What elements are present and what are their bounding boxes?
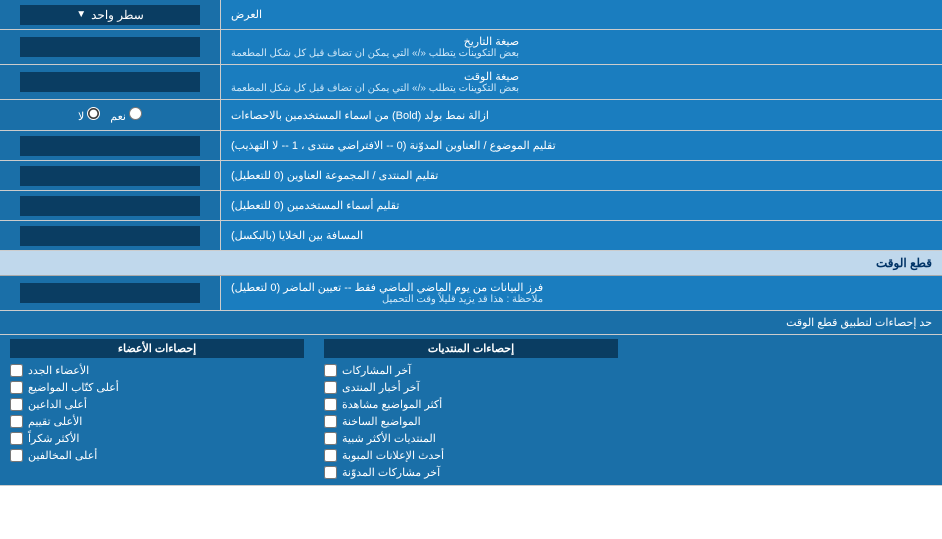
cell-spacing-label: المسافة بين الخلايا (بالبكسل) bbox=[220, 221, 942, 250]
checkbox-blog-posts[interactable] bbox=[324, 466, 337, 479]
checkbox-new-members[interactable] bbox=[10, 364, 23, 377]
remove-bold-row: ازالة نمط بولد (Bold) من اسماء المستخدمي… bbox=[0, 100, 942, 131]
date-format-label: صيغة التاريخ بعض التكوينات يتطلب «/» الت… bbox=[220, 30, 942, 64]
checkbox-most-thanked[interactable] bbox=[10, 432, 23, 445]
checkbox-item: أعلى المخالفين bbox=[10, 447, 304, 464]
checkbox-forum-news[interactable] bbox=[324, 381, 337, 394]
username-alignment-input[interactable]: 0 bbox=[0, 191, 220, 220]
time-format-row: صيغة الوقت بعض التكوينات يتطلب «/» التي … bbox=[0, 65, 942, 100]
forum-alignment-field[interactable]: 33 bbox=[20, 166, 200, 186]
display-mode-dropdown[interactable]: سطر واحد ▼ bbox=[20, 5, 200, 25]
limit-stats-row: حد إحصاءات لتطبيق قطع الوقت bbox=[0, 311, 942, 335]
filter-days-row: فرز البيانات من يوم الماضي الماضي فقط --… bbox=[0, 276, 942, 311]
username-alignment-field[interactable]: 0 bbox=[20, 196, 200, 216]
remove-bold-radio-group: نعم لا bbox=[6, 103, 214, 127]
filter-days-field[interactable]: 0 bbox=[20, 283, 200, 303]
stats-section: حد إحصاءات لتطبيق قطع الوقت إحصاءات المن… bbox=[0, 311, 942, 486]
main-container: العرض سطر واحد ▼ صيغة التاريخ بعض التكوي… bbox=[0, 0, 942, 486]
checkbox-most-popular-forums[interactable] bbox=[324, 432, 337, 445]
checkbox-top-posters[interactable] bbox=[10, 381, 23, 394]
checkbox-columns: إحصاءات المنتديات آخر المشاركات آخر أخبا… bbox=[0, 335, 942, 485]
cell-spacing-row: المسافة بين الخلايا (بالبكسل) 2 bbox=[0, 221, 942, 251]
checkbox-latest-classifieds[interactable] bbox=[324, 449, 337, 462]
time-format-label: صيغة الوقت بعض التكوينات يتطلب «/» التي … bbox=[220, 65, 942, 99]
forum-alignment-row: تقليم المنتدى / المجموعة العناوين (0 للت… bbox=[0, 161, 942, 191]
checkbox-most-viewed[interactable] bbox=[324, 398, 337, 411]
member-stats-header: إحصاءات الأعضاء bbox=[10, 339, 304, 358]
checkbox-latest-posts[interactable] bbox=[324, 364, 337, 377]
realtime-section-header: قطع الوقت bbox=[0, 251, 942, 276]
username-alignment-row: تقليم أسماء المستخدمين (0 للتعطيل) 0 bbox=[0, 191, 942, 221]
checkbox-item: الأكثر شكراً bbox=[10, 430, 304, 447]
time-format-field[interactable]: H:i bbox=[20, 72, 200, 92]
checkbox-item: الأعلى تقييم bbox=[10, 413, 304, 430]
title-alignment-label: تقليم الموضوع / العناوين المدوّنة (0 -- … bbox=[220, 131, 942, 160]
checkbox-top-rated[interactable] bbox=[10, 415, 23, 428]
checkbox-item: آخر أخبار المنتدى bbox=[324, 379, 618, 396]
filter-days-input[interactable]: 0 bbox=[0, 276, 220, 310]
radio-yes[interactable] bbox=[129, 107, 142, 120]
checkbox-top-referrers[interactable] bbox=[10, 398, 23, 411]
display-mode-input[interactable]: سطر واحد ▼ bbox=[0, 0, 220, 29]
dropdown-arrow-icon: ▼ bbox=[76, 9, 86, 20]
display-section-label: العرض bbox=[220, 0, 942, 29]
forum-alignment-input[interactable]: 33 bbox=[0, 161, 220, 190]
radio-yes-label: نعم bbox=[110, 107, 142, 123]
radio-no-label: لا bbox=[78, 107, 100, 123]
limit-stats-label: حد إحصاءات لتطبيق قطع الوقت bbox=[0, 311, 942, 334]
forum-stats-col: إحصاءات المنتديات آخر المشاركات آخر أخبا… bbox=[314, 335, 628, 485]
checkbox-item: آخر المشاركات bbox=[324, 362, 618, 379]
empty-col bbox=[628, 335, 942, 485]
radio-no[interactable] bbox=[87, 107, 100, 120]
username-alignment-label: تقليم أسماء المستخدمين (0 للتعطيل) bbox=[220, 191, 942, 220]
checkbox-top-infractors[interactable] bbox=[10, 449, 23, 462]
title-alignment-field[interactable]: 33 bbox=[20, 136, 200, 156]
checkbox-item: أعلى الداعين bbox=[10, 396, 304, 413]
date-format-field[interactable]: d-m bbox=[20, 37, 200, 57]
checkbox-item: آخر مشاركات المدوّنة bbox=[324, 464, 618, 481]
filter-days-label: فرز البيانات من يوم الماضي الماضي فقط --… bbox=[220, 276, 942, 310]
display-header-row: العرض سطر واحد ▼ bbox=[0, 0, 942, 30]
cell-spacing-input[interactable]: 2 bbox=[0, 221, 220, 250]
title-alignment-row: تقليم الموضوع / العناوين المدوّنة (0 -- … bbox=[0, 131, 942, 161]
checkbox-item: المنتديات الأكثر شبية bbox=[324, 430, 618, 447]
checkbox-hot-topics[interactable] bbox=[324, 415, 337, 428]
time-format-input[interactable]: H:i bbox=[0, 65, 220, 99]
title-alignment-input[interactable]: 33 bbox=[0, 131, 220, 160]
checkbox-item: المواضيع الساخنة bbox=[324, 413, 618, 430]
forum-alignment-label: تقليم المنتدى / المجموعة العناوين (0 للت… bbox=[220, 161, 942, 190]
remove-bold-label: ازالة نمط بولد (Bold) من اسماء المستخدمي… bbox=[220, 100, 942, 130]
forum-stats-header: إحصاءات المنتديات bbox=[324, 339, 618, 358]
checkbox-item: أعلى كتّاب المواضيع bbox=[10, 379, 304, 396]
date-format-row: صيغة التاريخ بعض التكوينات يتطلب «/» الت… bbox=[0, 30, 942, 65]
member-stats-col: إحصاءات الأعضاء الأعضاء الجدد أعلى كتّاب… bbox=[0, 335, 314, 485]
date-format-input[interactable]: d-m bbox=[0, 30, 220, 64]
checkbox-item: الأعضاء الجدد bbox=[10, 362, 304, 379]
checkbox-item: أحدث الإعلانات المبوبة bbox=[324, 447, 618, 464]
remove-bold-input: نعم لا bbox=[0, 100, 220, 130]
checkbox-item: أكثر المواضيع مشاهدة bbox=[324, 396, 618, 413]
cell-spacing-field[interactable]: 2 bbox=[20, 226, 200, 246]
